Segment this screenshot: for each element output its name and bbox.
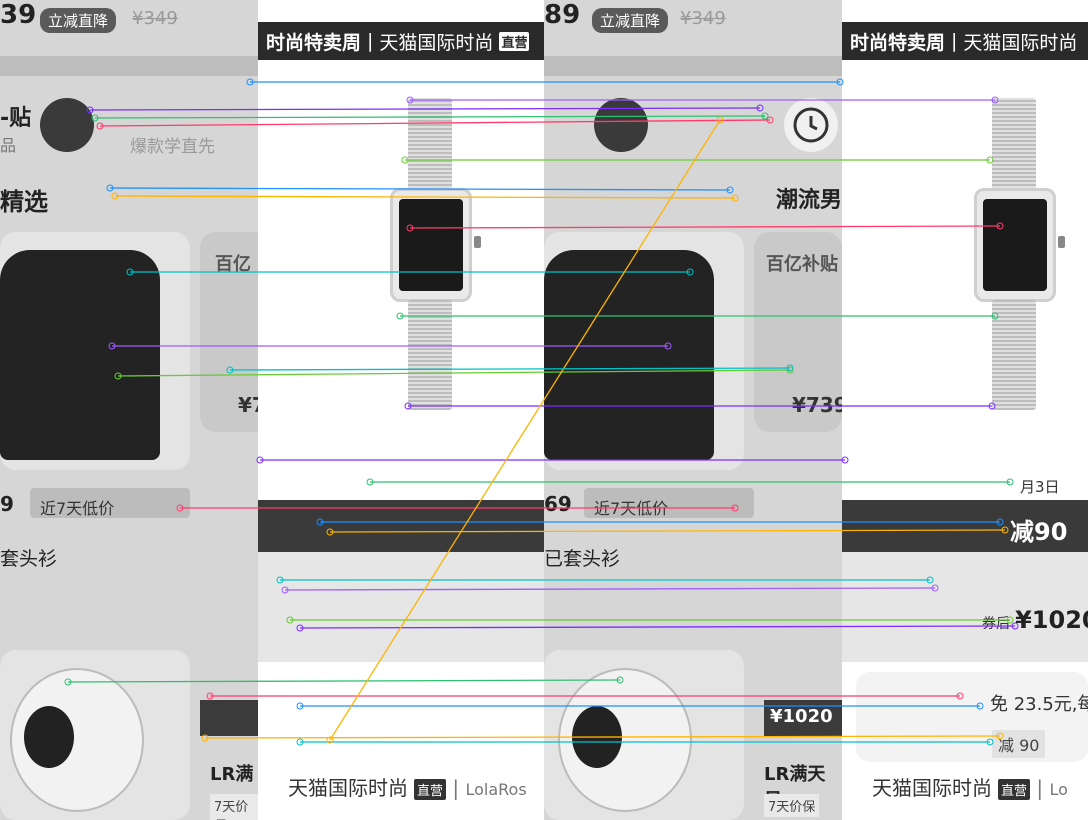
watch-crown <box>474 236 481 248</box>
recent-label: 近7天低价 <box>594 499 669 518</box>
sweater-image <box>544 250 714 460</box>
watch-case <box>390 188 472 302</box>
hot-label: 爆款学直先 <box>130 137 215 157</box>
brand-line[interactable]: 天猫国际时尚 直营 | LolaRos <box>288 772 527 801</box>
screen-panel-1: 39 立减直降 ¥349 -贴 品 爆款学直先 精选 百亿 ¥7 9 近7天低价… <box>0 0 258 820</box>
camera-image <box>10 668 144 812</box>
brand-logo <box>40 98 94 152</box>
tax-card <box>856 672 1088 762</box>
promo-header: 时尚特卖周 | 天猫国际时尚 <box>842 22 1088 60</box>
header-separator: | <box>951 30 958 52</box>
price-row-fragment: 69 <box>544 492 572 516</box>
brand-badge-title: -贴 <box>0 106 32 131</box>
brand-suffix: Lo <box>1049 780 1068 799</box>
final-price: ¥1020 <box>1015 606 1088 634</box>
side-price: ¥739 <box>792 393 842 417</box>
watch-strap-bottom <box>408 300 452 410</box>
price-row-fragment: 9 <box>0 492 14 516</box>
section-title: 精选 <box>0 188 48 216</box>
old-price: ¥349 <box>680 8 726 29</box>
ledger-label: 百亿 <box>215 254 251 275</box>
header-sub: 天猫国际时尚 <box>379 31 494 54</box>
product-name: 已套头衫 <box>544 548 621 570</box>
old-price: ¥349 <box>132 8 178 29</box>
watch-face <box>399 199 463 291</box>
watch-crown <box>1058 236 1065 248</box>
clock-button[interactable] <box>784 98 838 152</box>
clock-icon <box>793 107 829 143</box>
brand-badge-sub: 品 <box>0 136 17 155</box>
lr-label: LR满 <box>210 764 254 785</box>
watch-face <box>983 199 1047 291</box>
price-fragment: 39 <box>0 0 37 30</box>
brand-divider: | <box>1036 776 1044 800</box>
price-fragment: 89 <box>544 0 581 30</box>
header-tag: 直营 <box>499 31 530 51</box>
watch-case <box>974 188 1056 302</box>
header-title: 时尚特卖周 <box>266 31 362 54</box>
sweater-image <box>0 250 160 460</box>
promo-header: 时尚特卖周 | 天猫国际时尚 直营 <box>258 22 544 60</box>
recent-label: 近7天低价 <box>40 499 115 518</box>
header-sub: 天猫国际时尚 <box>963 31 1078 54</box>
camera-lens <box>24 706 74 768</box>
screen-panel-4: 时尚特卖周 | 天猫国际时尚 月3日 减90元 券后 ¥1020 免 23.5元… <box>842 0 1088 820</box>
watch-strap-top <box>992 98 1036 190</box>
final-prefix: 券后 <box>982 616 1010 632</box>
brand-name: 天猫国际时尚 <box>288 776 408 800</box>
date-label: 月3日 <box>1020 478 1060 496</box>
camera-image <box>558 668 692 812</box>
final-price-row: 券后 ¥1020 <box>982 606 1088 634</box>
price-band <box>258 500 544 552</box>
section-title: 潮流男 <box>776 188 842 213</box>
discount-badge: 立减直降 <box>40 8 117 33</box>
top-divider <box>0 56 258 76</box>
screen-panel-3: 89 立减直降 ¥349 潮流男 百亿补贴 ¥739 69 近7天低价 已套头衫… <box>544 0 842 820</box>
coupon-line: 减 90 <box>992 730 1046 758</box>
header-title: 时尚特卖周 <box>850 31 946 54</box>
brand-divider: | <box>452 776 460 800</box>
discount-badge: 立减直降 <box>592 8 669 33</box>
brand-line[interactable]: 天猫国际时尚 直营 | Lo <box>872 772 1068 801</box>
camera-lens <box>572 706 622 768</box>
tax-line: 免 23.5元,每 <box>990 694 1088 715</box>
brand-name: 天猫国际时尚 <box>872 776 992 800</box>
watch-strap-top <box>408 98 452 190</box>
header-separator: | <box>367 30 374 52</box>
cam-price: ¥1020 <box>770 706 833 727</box>
side-price: ¥7 <box>238 393 258 417</box>
brand-tag: 直营 <box>414 779 447 800</box>
ledger-label: 百亿补贴 <box>766 254 838 275</box>
brand-logo <box>594 98 648 152</box>
screen-panel-2: 时尚特卖周 | 天猫国际时尚 直营 天猫国际时尚 直营 | LolaRos <box>258 0 544 820</box>
watch-strap-bottom <box>992 300 1036 410</box>
product-name: 套头衫 <box>0 548 58 570</box>
guarantee-badge: 7天价保 <box>210 794 258 820</box>
brand-suffix: LolaRos <box>465 780 527 799</box>
guarantee-badge: 7天价保 <box>764 794 820 817</box>
info-band <box>258 552 544 662</box>
brand-tag: 直营 <box>998 779 1031 800</box>
top-divider <box>544 56 842 76</box>
price-tag-dark <box>200 700 258 736</box>
